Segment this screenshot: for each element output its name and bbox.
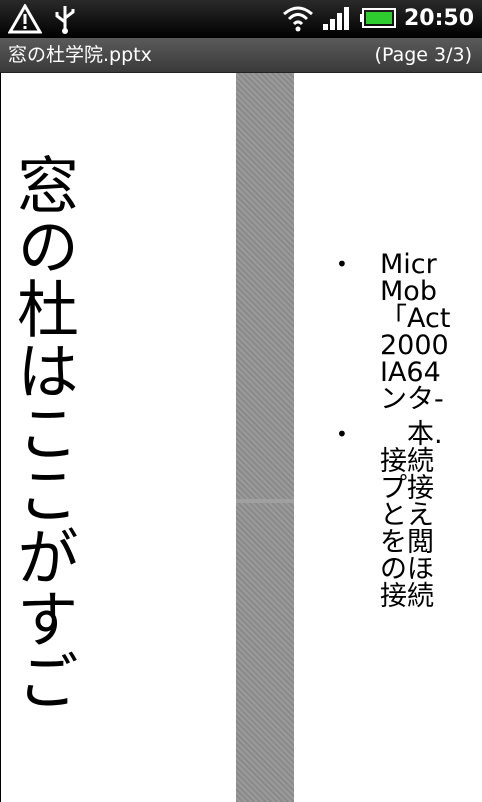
bullet-dot: • (336, 252, 348, 276)
document-viewer[interactable]: 窓の杜はここがすご • Micr Mob 「Act 2000 IA64 ンタ- … (0, 73, 482, 802)
usb-icon (55, 6, 75, 34)
page-indicator: (Page 3/3) (374, 44, 472, 66)
warning-icon (8, 4, 42, 34)
bullet-dot: • (336, 422, 348, 446)
notification-icons (8, 4, 78, 34)
bullet-line: のほ (380, 554, 434, 585)
bullet-line: 「Act (380, 303, 451, 334)
bullet-line: 接続 (380, 446, 434, 477)
bullet-line: Micr (380, 249, 437, 280)
title-bar: 窓の杜学院.pptx (Page 3/3) (0, 38, 482, 73)
bullet-list: • Micr Mob 「Act 2000 IA64 ンタ- • 本. 接続 プ接… (336, 249, 451, 612)
bullet-item: • Micr Mob 「Act 2000 IA64 ンタ- (336, 249, 451, 415)
slide-page-left[interactable]: 窓の杜はここがすご (0, 73, 236, 802)
bullet-line: を閲 (380, 527, 434, 558)
slide-page-right[interactable]: • Micr Mob 「Act 2000 IA64 ンタ- • 本. 接続 プ接… (294, 73, 482, 802)
page-gutter (236, 73, 294, 802)
bullet-line: 接続 (380, 581, 434, 612)
system-icons: 20:50 (282, 4, 474, 32)
bullet-line: IA64 (380, 357, 441, 388)
bullet-line: ンタ- (380, 384, 444, 415)
document-title: 窓の杜学院.pptx (8, 44, 152, 66)
bullet-line: 2000 (380, 330, 449, 361)
clock: 20:50 (403, 5, 474, 31)
wifi-icon (282, 6, 313, 32)
signal-icon (322, 7, 349, 30)
bullet-line: プ接 (380, 473, 434, 504)
bullet-line: とえ (380, 500, 434, 531)
gutter-seam (236, 499, 294, 503)
bullet-item: • 本. 接続 プ接 とえ を閲 のほ 接続 (336, 419, 450, 612)
bullet-line: Mob (380, 276, 437, 307)
slide-vertical-title: 窓の杜はここがすご (6, 153, 79, 711)
battery-icon (359, 8, 396, 28)
bullet-line: 本. (380, 419, 443, 450)
status-bar: 20:50 (0, 0, 482, 38)
